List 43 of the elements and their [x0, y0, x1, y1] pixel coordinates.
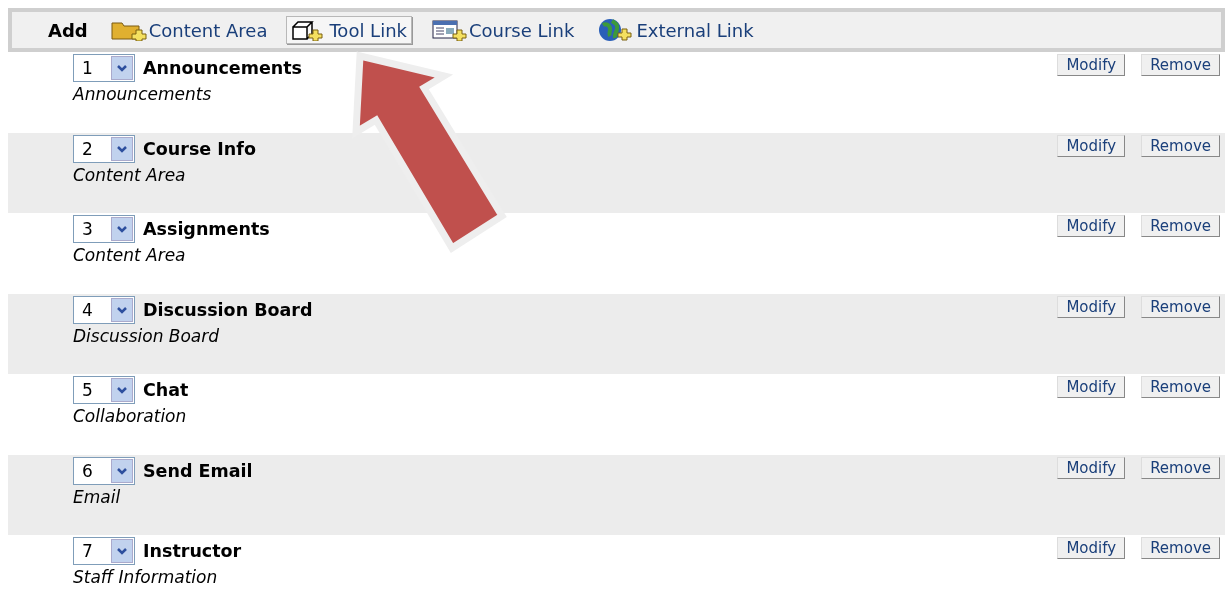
order-dropdown[interactable]: 7 [73, 537, 135, 565]
modify-button[interactable]: Modify [1057, 54, 1126, 76]
modify-button[interactable]: Modify [1057, 376, 1126, 398]
order-dropdown[interactable]: 1 [73, 54, 135, 82]
menu-item-title: Instructor [143, 541, 242, 561]
modify-button[interactable]: Modify [1057, 537, 1126, 559]
add-label: Add [48, 19, 88, 41]
menu-item-type: Content Area [73, 164, 187, 185]
menu-item-type: Collaboration [73, 406, 188, 426]
menu-item-type: Email [73, 486, 122, 507]
folder-plus-icon [110, 19, 147, 41]
remove-button[interactable]: Remove [1141, 54, 1220, 76]
add-link[interactable]: Course Link [426, 16, 580, 44]
add-link[interactable]: External Link [593, 14, 759, 46]
remove-button[interactable]: Remove [1141, 295, 1220, 318]
order-dropdown[interactable]: 4 [73, 295, 135, 324]
modify-button[interactable]: Modify [1057, 456, 1126, 479]
menu-item-title: Announcements [143, 58, 302, 78]
globe-plus-icon [598, 17, 635, 43]
menu-item-type: Discussion Board [73, 325, 221, 346]
order-dropdown[interactable]: 2 [73, 134, 135, 163]
modify-button[interactable]: Modify [1057, 215, 1126, 237]
menu-item-title: Assignments [143, 219, 270, 239]
order-dropdown[interactable]: 6 [73, 456, 135, 485]
add-link[interactable]: Content Area [105, 16, 273, 44]
menu-item-title: Send Email [143, 460, 253, 481]
menu-item-title: Chat [143, 380, 189, 400]
order-dropdown[interactable]: 3 [73, 215, 135, 243]
modify-button[interactable]: Modify [1057, 134, 1126, 157]
order-dropdown[interactable]: 5 [73, 376, 135, 404]
remove-button[interactable]: Remove [1141, 376, 1220, 398]
menu-item-type: Announcements [73, 84, 213, 104]
remove-button[interactable]: Remove [1141, 215, 1220, 237]
add-link[interactable]: Tool Link [286, 16, 412, 44]
menu-item-type: Content Area [73, 245, 187, 265]
document-plus-icon [431, 19, 467, 41]
menu-item-title: Discussion Board [143, 299, 313, 320]
modify-button[interactable]: Modify [1057, 295, 1126, 318]
remove-button[interactable]: Remove [1141, 456, 1220, 479]
menu-item-title: Course Info [143, 138, 256, 159]
menu-item-type: Staff Information [73, 567, 219, 587]
remove-button[interactable]: Remove [1141, 537, 1220, 559]
remove-button[interactable]: Remove [1141, 134, 1220, 157]
